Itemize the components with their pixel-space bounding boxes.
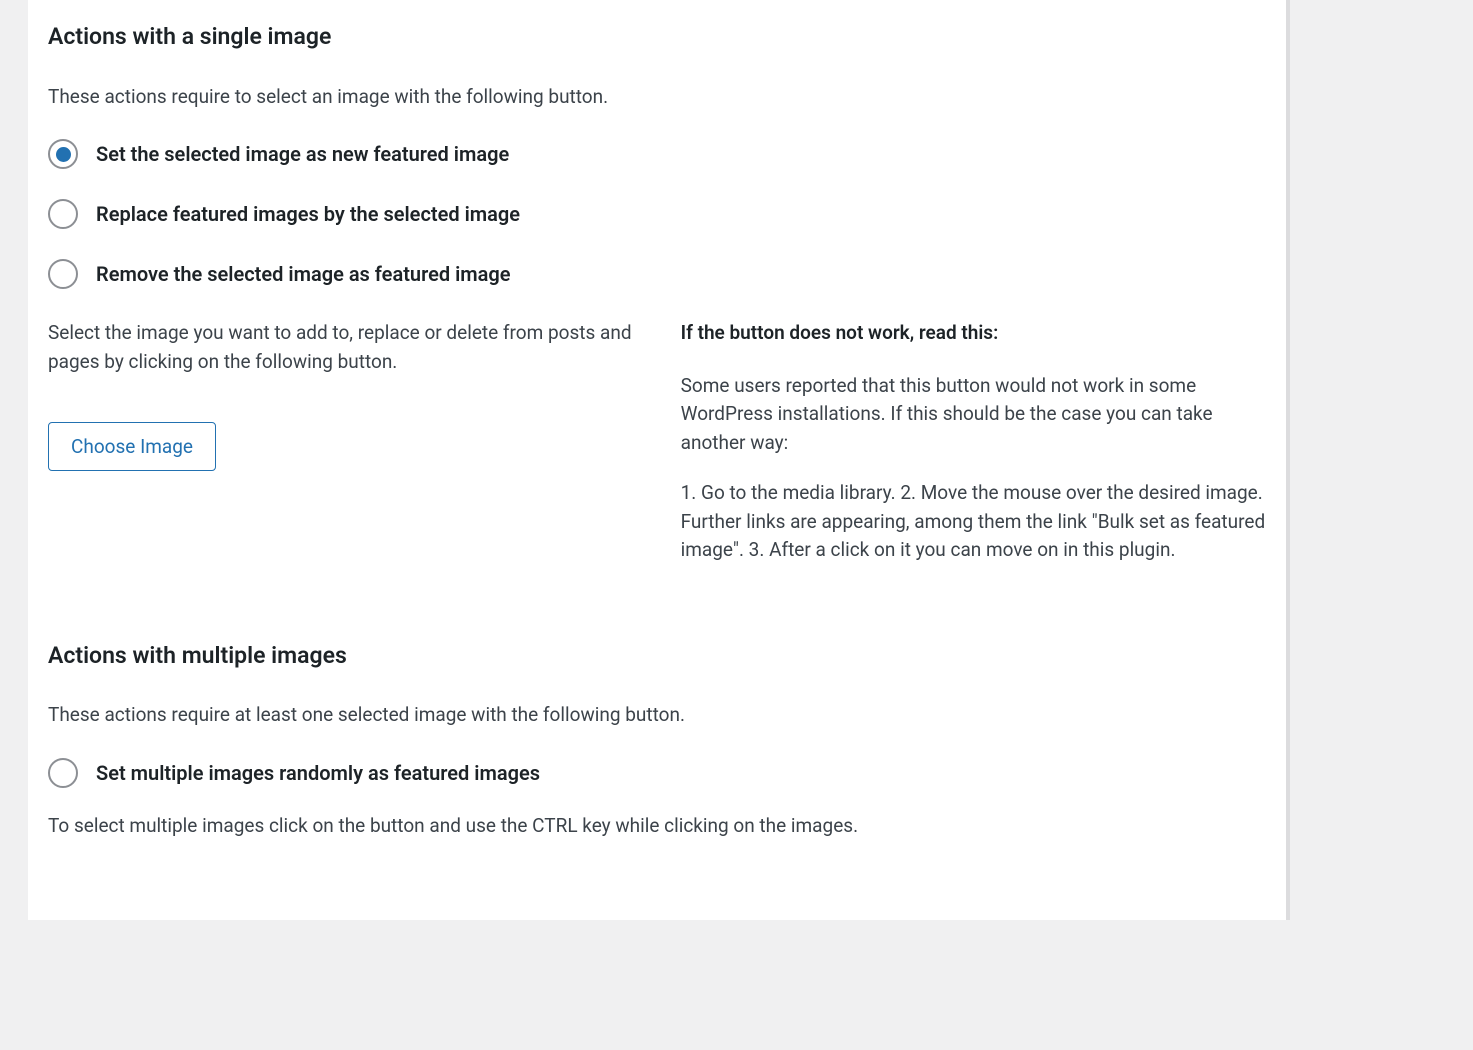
- choose-image-button[interactable]: Choose Image: [48, 422, 216, 471]
- radio-option-set-featured[interactable]: Set the selected image as new featured i…: [48, 139, 1266, 169]
- radio-icon: [48, 758, 78, 788]
- help-paragraph-1: Some users reported that this button wou…: [681, 372, 1266, 458]
- help-column: If the button does not work, read this: …: [681, 319, 1266, 587]
- radio-icon: [48, 259, 78, 289]
- radio-label: Set the selected image as new featured i…: [96, 139, 509, 169]
- radio-option-set-multiple-random[interactable]: Set multiple images randomly as featured…: [48, 758, 1266, 788]
- multiple-images-actions-description: These actions require at least one selec…: [48, 701, 1266, 730]
- settings-panel: Actions with a single image These action…: [28, 0, 1290, 920]
- help-paragraph-2: 1. Go to the media library. 2. Move the …: [681, 479, 1266, 565]
- help-heading: If the button does not work, read this:: [681, 319, 1266, 348]
- multiple-images-actions-heading: Actions with multiple images: [48, 639, 1266, 674]
- radio-label: Replace featured images by the selected …: [96, 199, 520, 229]
- radio-icon: [48, 199, 78, 229]
- choose-image-column: Select the image you want to add to, rep…: [48, 319, 633, 471]
- single-image-actions-heading: Actions with a single image: [48, 20, 1266, 55]
- radio-label: Remove the selected image as featured im…: [96, 259, 511, 289]
- radio-icon: [48, 139, 78, 169]
- choose-image-description: Select the image you want to add to, rep…: [48, 319, 633, 376]
- single-image-actions-description: These actions require to select an image…: [48, 83, 1266, 112]
- single-image-details-row: Select the image you want to add to, rep…: [48, 319, 1266, 587]
- radio-option-replace-featured[interactable]: Replace featured images by the selected …: [48, 199, 1266, 229]
- radio-label: Set multiple images randomly as featured…: [96, 758, 540, 788]
- radio-option-remove-featured[interactable]: Remove the selected image as featured im…: [48, 259, 1266, 289]
- multiple-images-instruction: To select multiple images click on the b…: [48, 812, 1266, 841]
